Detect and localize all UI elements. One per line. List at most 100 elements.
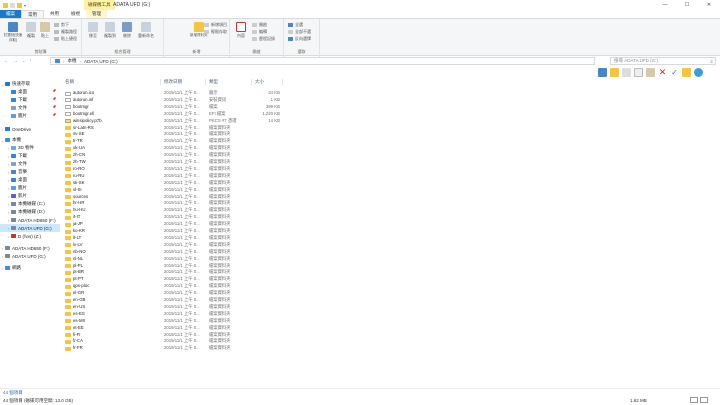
- breadcrumb-this-pc[interactable]: 本機: [68, 58, 77, 64]
- up-button[interactable]: ↑: [29, 58, 32, 64]
- select-none-button[interactable]: 全部不選: [288, 29, 311, 35]
- pin-icon[interactable]: 📌: [52, 113, 56, 117]
- close-button[interactable]: ✕: [698, 0, 720, 10]
- tab-manage[interactable]: 管理: [86, 10, 107, 18]
- file-row[interactable]: pl-PL 2019/11/1 上午 0... 檔案資料夾: [60, 263, 720, 270]
- history-button[interactable]: 歷程記錄: [252, 36, 275, 42]
- file-row[interactable]: es-MX 2019/11/1 上午 0... 檔案資料夾: [60, 318, 720, 325]
- new-folder-icon[interactable]: [17, 2, 22, 8]
- file-row[interactable]: sv-SE 2019/11/1 上午 0... 檔案資料夾: [60, 131, 720, 138]
- sidebar-item[interactable]: › 3D 物件: [0, 144, 34, 152]
- copy-path-button[interactable]: 複製路徑: [54, 29, 77, 35]
- sidebar-item[interactable]: 桌面: [0, 88, 27, 96]
- file-row[interactable]: fi-FI 2019/11/1 上午 0... 檔案資料夾: [60, 332, 720, 339]
- sidebar-item[interactable]: › 網路: [0, 264, 21, 272]
- address-bar[interactable]: › 本機 › ADATA UFD (G:): [50, 57, 595, 65]
- file-row[interactable]: pt-PT 2019/11/1 上午 0... 檔案資料夾: [60, 276, 720, 283]
- column-header-name[interactable]: 名稱: [65, 78, 74, 86]
- file-row[interactable]: fr-CA 2019/11/1 上午 0... 檔案資料夾: [60, 338, 720, 345]
- file-row[interactable]: autorun.ico 2019/11/1 上午 0... 圖示 34 KB: [60, 90, 720, 97]
- sidebar-item[interactable]: 下載: [0, 96, 27, 104]
- check-icon[interactable]: ✓: [670, 67, 679, 77]
- file-row[interactable]: pt-BR 2019/11/1 上午 0... 檔案資料夾: [60, 269, 720, 276]
- file-row[interactable]: el-GR 2019/11/1 上午 0... 檔案資料夾: [60, 290, 720, 297]
- preview-pane-icon[interactable]: [598, 67, 607, 77]
- globe-icon[interactable]: [694, 67, 703, 77]
- file-row[interactable]: hr-HR 2019/11/1 上午 0... 檔案資料夾: [60, 200, 720, 207]
- sidebar-item[interactable]: › D (\\ns) (Z:): [0, 232, 41, 240]
- column-divider[interactable]: [251, 79, 252, 85]
- file-row[interactable]: winsipolicy.p7b 2019/11/1 上午 0... PKCS #7 …: [60, 118, 720, 125]
- select-all-button[interactable]: 全選: [288, 22, 303, 28]
- sidebar-item[interactable]: › 桌面: [0, 176, 27, 184]
- file-row[interactable]: bootmgr 2019/11/1 上午 0... 檔案 399 KB: [60, 104, 720, 111]
- rename-button[interactable]: 重新命名: [138, 22, 154, 39]
- paste-icon[interactable]: [646, 67, 655, 77]
- file-row[interactable]: hu-HU 2019/11/1 上午 0... 檔案資料夾: [60, 207, 720, 214]
- file-row[interactable]: it-IT 2019/11/1 上午 0... 檔案資料夾: [60, 214, 720, 221]
- file-row[interactable]: et-EE 2019/11/1 上午 0... 檔案資料夾: [60, 325, 720, 332]
- cut-icon[interactable]: [634, 67, 643, 77]
- sidebar-item[interactable]: › 本機磁碟 (C:): [0, 200, 45, 208]
- tab-file[interactable]: 檔案: [0, 10, 21, 18]
- sidebar-item[interactable]: ⌄ 快速存取: [0, 80, 30, 88]
- large-icons-view-button[interactable]: [700, 397, 708, 403]
- file-row[interactable]: ko-KR 2019/11/1 上午 0... 檔案資料夾: [60, 228, 720, 235]
- file-row[interactable]: qps-ploc 2019/11/1 上午 0... 檔案資料夾: [60, 283, 720, 290]
- invert-selection-button[interactable]: 反向選擇: [288, 36, 311, 42]
- file-row[interactable]: zh-CN 2019/11/1 上午 0... 檔案資料夾: [60, 152, 720, 159]
- minimize-button[interactable]: —: [654, 0, 676, 10]
- file-row[interactable]: en-US 2019/11/1 上午 0... 檔案資料夾: [60, 304, 720, 311]
- column-divider[interactable]: [282, 79, 283, 85]
- copy-to-button[interactable]: 複製到: [104, 22, 116, 39]
- tab-share[interactable]: 共用: [44, 10, 65, 18]
- new-item-button[interactable]: 新增項目: [204, 22, 227, 28]
- edit-button[interactable]: 編輯: [252, 29, 267, 35]
- file-row[interactable]: nb-NO 2019/11/1 上午 0... 檔案資料夾: [60, 249, 720, 256]
- pin-icon[interactable]: 📌: [52, 97, 56, 101]
- search-input[interactable]: 搜尋 ADATA UFD (G:) ⌕: [610, 57, 716, 65]
- properties-button[interactable]: 內容: [236, 22, 246, 39]
- chevron-down-icon[interactable]: ▾: [24, 3, 28, 8]
- back-button[interactable]: ←: [4, 58, 9, 64]
- properties-icon[interactable]: [10, 2, 15, 8]
- column-divider[interactable]: [205, 79, 206, 85]
- file-row[interactable]: sl-SI 2019/11/1 上午 0... 檔案資料夾: [60, 187, 720, 194]
- sidebar-item[interactable]: › ADATA UFD (G:): [0, 224, 60, 232]
- file-row[interactable]: lv-LV 2019/11/1 上午 0... 檔案資料夾: [60, 242, 720, 249]
- sidebar-item[interactable]: 文件: [0, 104, 27, 112]
- sidebar-item[interactable]: ⌄ 本機: [0, 136, 21, 144]
- open-button[interactable]: 開啟: [252, 22, 267, 28]
- sidebar-item[interactable]: › 下載: [0, 152, 27, 160]
- file-row[interactable]: lt-LT 2019/11/1 上午 0... 檔案資料夾: [60, 235, 720, 242]
- file-row[interactable]: autorun.inf 2019/11/1 上午 0... 安裝資訊 1 KB: [60, 97, 720, 104]
- file-row[interactable]: en-GB 2019/11/1 上午 0... 檔案資料夾: [60, 297, 720, 304]
- easy-access-button[interactable]: 輕鬆存取: [204, 29, 227, 35]
- cut-button[interactable]: 剪下: [54, 22, 69, 28]
- column-header-type[interactable]: 類型: [209, 78, 218, 86]
- sidebar-item[interactable]: › ADATA HD650 (F:): [0, 216, 56, 224]
- column-header-size[interactable]: 大小: [255, 78, 264, 86]
- column-divider[interactable]: [160, 79, 161, 85]
- file-row[interactable]: sr-Latn-RS 2019/11/1 上午 0... 檔案資料夾: [60, 125, 720, 132]
- paste-button[interactable]: 貼上: [40, 22, 50, 39]
- breadcrumb-drive[interactable]: ADATA UFD (G:): [84, 59, 118, 64]
- details-view-button[interactable]: [690, 397, 698, 403]
- sidebar-item[interactable]: › 圖片: [0, 184, 27, 192]
- sidebar-item[interactable]: › 影片: [0, 192, 27, 200]
- file-row[interactable]: ro-RO 2019/11/1 上午 0... 檔案資料夾: [60, 166, 720, 173]
- file-row[interactable]: uk-UA 2019/11/1 上午 0... 檔案資料夾: [60, 145, 720, 152]
- delete-icon[interactable]: ✕: [658, 67, 667, 77]
- maximize-button[interactable]: ☐: [676, 0, 698, 10]
- file-row[interactable]: tr-TR 2019/11/1 上午 0... 檔案資料夾: [60, 138, 720, 145]
- file-row[interactable]: fr-FR 2019/11/1 上午 0... 檔案資料夾: [60, 345, 720, 352]
- sidebar-item[interactable]: › ADATA HD650 (F:): [0, 244, 50, 252]
- pin-quick-access-button[interactable]: 釘選到[快速存取]: [3, 22, 23, 43]
- move-to-button[interactable]: 移至: [88, 22, 98, 39]
- paste-shortcut-button[interactable]: 貼上捷徑: [54, 36, 77, 42]
- sidebar-item[interactable]: › 音樂: [0, 168, 27, 176]
- forward-button[interactable]: →: [13, 58, 18, 64]
- file-row[interactable]: sources 2019/11/1 上午 0... 檔案資料夾: [60, 194, 720, 201]
- sidebar-item[interactable]: › ADATA UFD (G:): [0, 252, 46, 260]
- pin-icon[interactable]: 📌: [52, 105, 56, 109]
